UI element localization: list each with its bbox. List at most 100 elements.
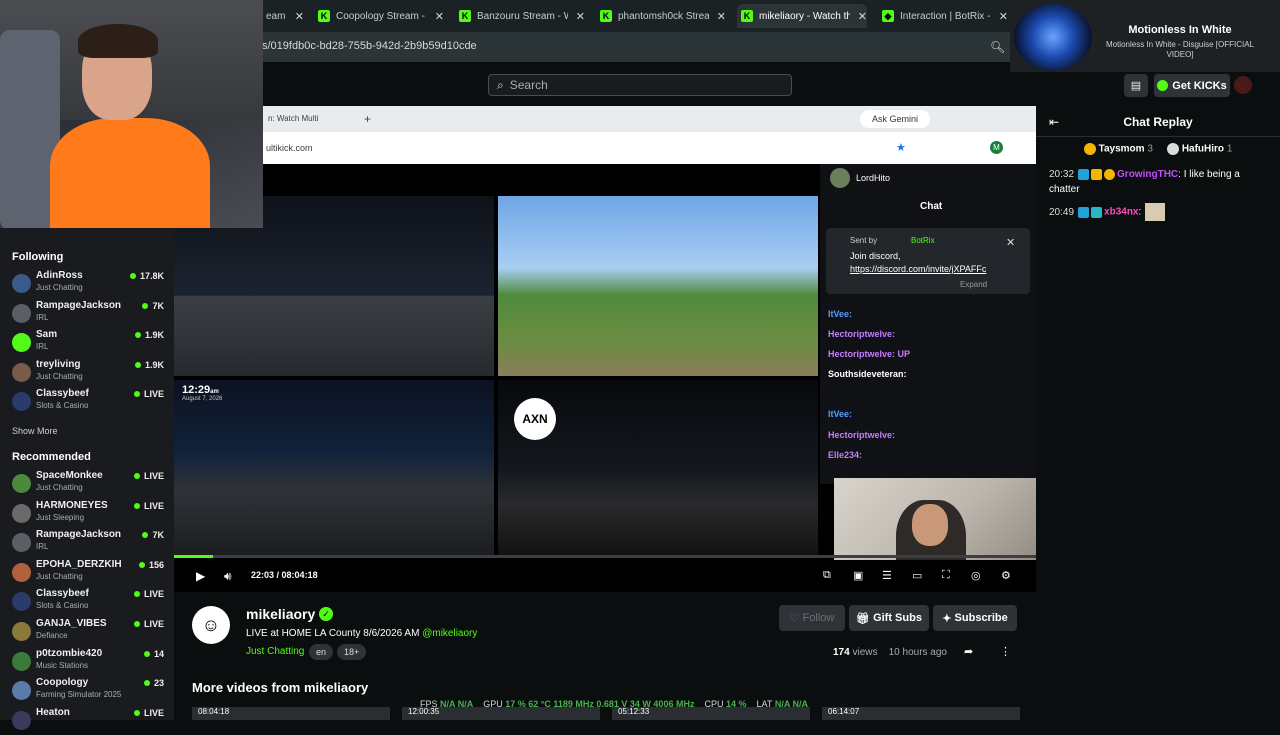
captured-url: ultikick.com — [266, 143, 313, 153]
browser-tab[interactable]: ◆ Interaction | BotRix - ✕ — [878, 4, 1008, 28]
viewer-count: LIVE — [133, 471, 164, 481]
play-icon[interactable]: ▶ — [196, 569, 205, 583]
channel-avatar — [12, 533, 31, 553]
live-dot-icon — [133, 621, 140, 627]
channel-category: Just Sleeping — [36, 512, 85, 522]
founder-badge-icon — [1091, 206, 1103, 218]
chat-message: 20:49 xb34nx: — [1049, 203, 1269, 221]
channel-name: Heaton — [36, 706, 70, 718]
captions-icon[interactable]: ☰ — [882, 569, 892, 582]
chat-username[interactable]: GrowingTHC — [1117, 169, 1178, 180]
sidebar-channel-item[interactable]: treyliving Just Chatting 1.9K — [12, 359, 164, 387]
overlay-clock: 12:29am — [182, 384, 219, 396]
captured-chat-line: ItVee: — [828, 309, 853, 319]
live-dot-icon — [133, 591, 140, 598]
channel-avatar — [12, 274, 31, 293]
chat-username[interactable]: xb34nx — [1104, 207, 1138, 218]
browser-tab[interactable]: Kphantomsh0ck Stream ✕ — [596, 4, 726, 28]
browser-tab[interactable]: eam ✕ — [262, 4, 304, 28]
channel-avatar — [12, 333, 31, 353]
streamer-webcam-overlay — [0, 0, 263, 228]
channel-avatar[interactable]: ☺ — [192, 606, 230, 644]
sidebar-channel-item[interactable]: Heaton LIVE — [12, 707, 164, 735]
browser-tab[interactable]: K Coopology Stream - W ✕ — [314, 4, 444, 28]
now-playing-title: Motionless In White — [1128, 24, 1232, 36]
miniplayer-icon[interactable]: ⧉ — [823, 569, 831, 582]
live-dot-icon — [134, 332, 141, 339]
close-tab-icon[interactable]: ✕ — [999, 10, 1008, 23]
settings-gear-icon[interactable]: ⚙ — [1001, 569, 1011, 582]
clip-icon[interactable]: ▣ — [853, 569, 863, 582]
search-input[interactable]: ⌕ Search — [488, 74, 792, 96]
divider — [1036, 136, 1280, 137]
sidebar-channel-item[interactable]: p0tzombie420 Music Stations 14 — [12, 648, 164, 676]
now-playing-widget — [1010, 0, 1280, 72]
sidebar-channel-item[interactable]: RampageJackson IRL 7K — [12, 529, 164, 557]
captured-chat-avatar — [830, 168, 850, 188]
tag-age[interactable]: 18+ — [337, 644, 367, 660]
zoom-icon[interactable]: 🔍︎ — [990, 40, 1005, 54]
sidebar-channel-item[interactable]: Coopology Farming Simulator 2025 23 — [12, 677, 164, 705]
url-text[interactable]: s/019fdb0c-bd28-755b-942d-2b9b59d10cde — [262, 40, 477, 52]
captured-chat-line: Hectoriptwelve: — [828, 329, 896, 339]
channel-name: Coopology — [36, 677, 89, 689]
channel-name: GANJA_VIBES — [36, 618, 107, 629]
speed-icon[interactable]: ◎ — [971, 569, 981, 582]
layout-toggle-button[interactable]: ▤ — [1124, 74, 1148, 97]
kick-coin-icon — [1157, 80, 1169, 91]
close-tab-icon[interactable]: ✕ — [576, 10, 585, 23]
time-display: 22:03 / 08:04:18 — [251, 570, 318, 580]
volume-icon[interactable]: 🔊︎ — [224, 569, 232, 584]
sidebar-channel-item[interactable]: GANJA_VIBES Defiance LIVE — [12, 618, 164, 646]
now-playing-subtitle: Motionless In White - Disguise [OFFICIAL… — [1105, 40, 1255, 59]
sidebar-channel-item[interactable]: Classybeef Slots & Casino LIVE — [12, 388, 164, 416]
theater-mode-icon[interactable]: ▭ — [912, 569, 922, 582]
sidebar-channel-item[interactable]: AdinRoss Just Chatting 17.8K — [12, 270, 164, 298]
user-avatar[interactable] — [1234, 76, 1252, 94]
channel-category: IRL — [36, 342, 49, 352]
follow-button[interactable]: ♡ Follow — [779, 605, 845, 631]
emote-icon — [1145, 203, 1166, 221]
more-options-icon[interactable]: ⋮ — [1000, 645, 1011, 658]
video-thumbnail[interactable]: 08:04:18 — [192, 707, 390, 720]
sidebar-channel-item[interactable]: Classybeef Slots & Casino LIVE — [12, 588, 164, 616]
close-tab-icon[interactable]: ✕ — [858, 10, 867, 23]
video-thumbnail[interactable]: 06:14:07 — [822, 707, 1020, 720]
live-dot-icon — [133, 391, 140, 398]
sidebar-channel-item[interactable]: RampageJackson IRL 7K — [12, 300, 164, 328]
viewer-count: 1.9K — [134, 360, 164, 370]
channel-handle-link[interactable]: @mikeliaory — [422, 628, 477, 639]
stream-title: LIVE at HOME LA County 8/6/2026 AM @mike… — [246, 628, 478, 639]
captured-chat-title: Chat — [920, 201, 943, 212]
show-more-link[interactable]: Show More — [12, 426, 58, 436]
sidebar-channel-item[interactable]: HARMONEYES Just Sleeping LIVE — [12, 500, 164, 528]
browser-tab-label: eam — [266, 10, 286, 22]
close-icon: ✕ — [1006, 237, 1016, 249]
browser-tab[interactable]: Kmikeliaory - Watch th ✕ — [737, 4, 867, 28]
viewer-count: LIVE — [133, 619, 164, 629]
sidebar-channel-item[interactable]: EPOHA_DERZKIH Just Chatting 156 — [12, 559, 164, 587]
axn-news-logo: AXN — [514, 398, 556, 440]
gift-subs-button[interactable]: 🎁︎ Gift Subs — [849, 605, 929, 631]
captured-chat-user: LordHito — [856, 173, 891, 183]
sidebar-channel-item[interactable]: Sam IRL 1.9K — [12, 329, 164, 357]
close-tab-icon[interactable]: ✕ — [295, 10, 304, 23]
progress-bar[interactable] — [174, 555, 1036, 558]
get-kicks-button[interactable]: Get KICKs — [1154, 74, 1230, 97]
gift-leaderboard: Taysmom 3 HafuHiro 1 — [1036, 143, 1280, 155]
channel-name: Classybeef — [36, 588, 89, 600]
browser-tab[interactable]: K Banzouru Stream - W ✕ — [455, 4, 585, 28]
tag-language[interactable]: en — [309, 644, 334, 660]
gifter-badge-icon — [1104, 168, 1116, 180]
close-tab-icon[interactable]: ✕ — [717, 10, 726, 23]
channel-name[interactable]: mikeliaory — [246, 606, 315, 622]
close-tab-icon[interactable]: ✕ — [435, 10, 444, 23]
fullscreen-icon[interactable]: ⛶ — [942, 569, 950, 582]
subscribe-button[interactable]: ✦ Subscribe — [933, 605, 1017, 631]
category-link[interactable]: Just Chatting — [246, 646, 304, 657]
channel-category: Just Chatting — [36, 571, 83, 581]
sidebar-channel-item[interactable]: SpaceMonkee Just Chatting LIVE — [12, 470, 164, 498]
share-icon[interactable]: ➦ — [964, 645, 973, 658]
captured-page-top — [174, 164, 820, 196]
channel-avatar — [12, 503, 31, 523]
